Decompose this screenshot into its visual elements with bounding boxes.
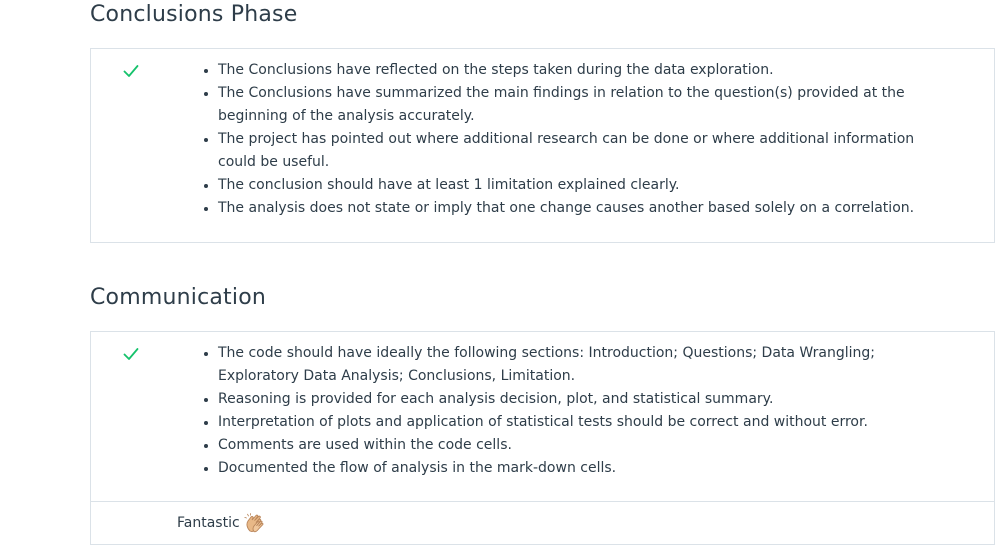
criterion-item: Reasoning is provided for each analysis … xyxy=(218,388,918,411)
comment-divider xyxy=(91,501,994,502)
section-title-conclusions: Conclusions Phase xyxy=(90,2,298,27)
criteria-list: The code should have ideally the followi… xyxy=(200,342,918,480)
reviewer-comment-text: Fantastic xyxy=(177,515,240,531)
rubric-card-communication: The code should have ideally the followi… xyxy=(90,331,995,545)
criterion-item: The Conclusions have summarized the main… xyxy=(218,82,918,128)
criterion-item: Interpretation of plots and application … xyxy=(218,411,918,434)
criterion-item: The Conclusions have reflected on the st… xyxy=(218,59,918,82)
clapping-hands-icon xyxy=(244,513,266,533)
criterion-item: The conclusion should have at least 1 li… xyxy=(218,174,918,197)
criteria-list: The Conclusions have reflected on the st… xyxy=(200,59,918,220)
criterion-item: Comments are used within the code cells. xyxy=(218,434,918,457)
reviewer-comment: Fantastic xyxy=(177,512,266,534)
criterion-item: The analysis does not state or imply tha… xyxy=(218,197,918,220)
check-icon xyxy=(123,347,139,361)
check-icon xyxy=(123,64,139,78)
rubric-card-conclusions: The Conclusions have reflected on the st… xyxy=(90,48,995,243)
section-title-communication: Communication xyxy=(90,285,267,310)
criterion-item: The project has pointed out where additi… xyxy=(218,128,918,174)
criterion-item: Documented the flow of analysis in the m… xyxy=(218,457,918,480)
criterion-item: The code should have ideally the followi… xyxy=(218,342,918,388)
